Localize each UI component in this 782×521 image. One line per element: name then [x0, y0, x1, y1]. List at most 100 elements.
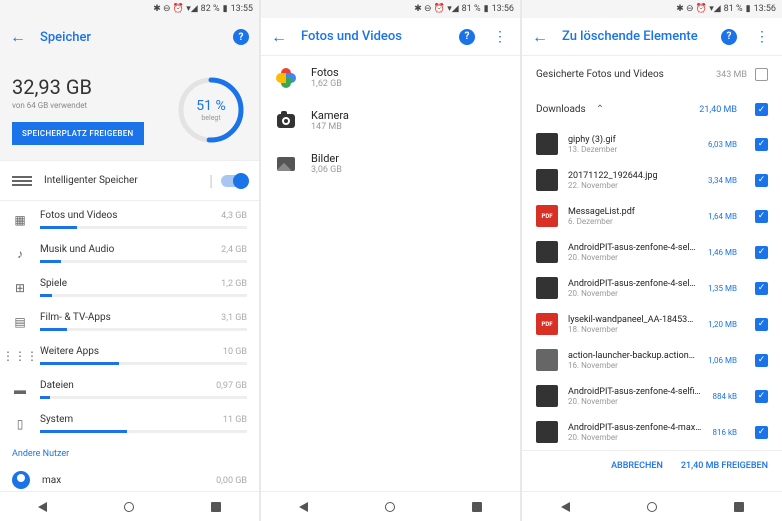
- file-name: lysekil-wandpaneel_AA-1845310-1_pub.pdf: [568, 315, 698, 325]
- nav-home[interactable]: [124, 502, 134, 512]
- help-icon[interactable]: ?: [233, 29, 249, 45]
- cancel-button[interactable]: ABBRECHEN: [611, 461, 663, 471]
- category-row[interactable]: ⊞ Spiele1,2 GB: [0, 269, 259, 303]
- category-row[interactable]: ▤ Film- & TV-Apps3,1 GB: [0, 303, 259, 337]
- file-date: 18. November: [568, 325, 698, 334]
- file-name: giphy (3).gif: [568, 135, 698, 145]
- checkbox[interactable]: ✓: [755, 318, 768, 331]
- checkbox[interactable]: ✓: [755, 103, 768, 116]
- backed-up-label: Gesicherte Fotos und Videos: [536, 69, 664, 80]
- file-thumb: [536, 133, 558, 155]
- category-size: 10 GB: [223, 347, 247, 357]
- nav-recent[interactable]: [734, 502, 744, 512]
- category-icon: ▯: [12, 416, 28, 432]
- total-storage: von 64 GB verwendet: [12, 101, 167, 110]
- file-row[interactable]: action-launcher-backup.action3backup16. …: [522, 342, 782, 378]
- file-row[interactable]: AndroidPIT-asus-zenfone-4-selfie-pro-288…: [522, 234, 782, 270]
- checkbox[interactable]: [755, 68, 768, 81]
- downloads-size: 21,40 MB: [699, 105, 737, 115]
- file-thumb: PDF: [536, 313, 558, 335]
- checkbox[interactable]: ✓: [755, 354, 768, 367]
- nav-recent[interactable]: [211, 502, 221, 512]
- category-row[interactable]: ▬ Dateien0,97 GB: [0, 371, 259, 405]
- back-icon[interactable]: ←: [271, 27, 287, 47]
- back-icon[interactable]: ←: [532, 27, 548, 47]
- category-name: System: [40, 414, 73, 425]
- category-name: Spiele: [40, 278, 67, 289]
- free-button[interactable]: 21,40 MB FREIGEBEN: [681, 461, 768, 471]
- checkbox[interactable]: ✓: [755, 138, 768, 151]
- checkbox[interactable]: ✓: [755, 246, 768, 259]
- user-size: 0,00 GB: [216, 476, 247, 486]
- category-row[interactable]: ♪ Musik und Audio 2,4 GB: [0, 235, 259, 269]
- file-row[interactable]: 20171122_192644.jpg22. November 3,34 MB …: [522, 162, 782, 198]
- other-users-label: Andere Nutzer: [0, 439, 259, 463]
- appbar: ← Zu löschende Elemente ? ⋮: [522, 18, 782, 56]
- file-date: 16. November: [568, 361, 698, 370]
- overflow-icon[interactable]: ⋮: [489, 29, 510, 45]
- category-size: 4,3 GB: [221, 211, 247, 221]
- file-row[interactable]: PDF MessageList.pdf6. Dezember 1,64 MB ✓: [522, 198, 782, 234]
- smart-storage-row[interactable]: Intelligenter Speicher |: [0, 160, 259, 201]
- category-row[interactable]: ⋮⋮⋮ Weitere Apps10 GB: [0, 337, 259, 371]
- category-size: 2,4 GB: [221, 245, 247, 255]
- user-row[interactable]: max0,00 GB: [0, 463, 259, 491]
- checkbox[interactable]: ✓: [755, 426, 768, 439]
- used-storage: 32,93 GB: [12, 75, 167, 99]
- category-size: 0,97 GB: [216, 381, 247, 391]
- file-row[interactable]: PDF lysekil-wandpaneel_AA-1845310-1_pub.…: [522, 306, 782, 342]
- content: Fotos1,62 GB Kamera147 MB Bilder3,06 GB: [261, 56, 520, 491]
- file-row[interactable]: giphy (3).gif13. Dezember 6,03 MB ✓: [522, 126, 782, 162]
- nav-back[interactable]: [561, 502, 570, 512]
- file-row[interactable]: AndroidPIT-asus-zenfone-4-max-4247.jpg20…: [522, 414, 782, 450]
- category-size: 11 GB: [223, 415, 247, 425]
- media-row[interactable]: Bilder3,06 GB: [261, 142, 520, 185]
- navbar: [261, 491, 520, 521]
- checkbox[interactable]: ✓: [755, 210, 768, 223]
- file-name: action-launcher-backup.action3backup: [568, 351, 698, 361]
- help-icon[interactable]: ?: [459, 29, 475, 45]
- nav-back[interactable]: [38, 502, 47, 512]
- media-size: 1,62 GB: [311, 79, 342, 89]
- file-size: 1,06 MB: [708, 356, 737, 365]
- file-thumb: [536, 169, 558, 191]
- media-row[interactable]: Fotos1,62 GB: [261, 56, 520, 99]
- smart-storage-toggle[interactable]: [221, 175, 247, 187]
- ring-pct: 51 %: [196, 98, 225, 114]
- category-name: Fotos und Videos: [40, 210, 117, 221]
- file-size: 1,35 MB: [708, 284, 737, 293]
- checkbox[interactable]: ✓: [755, 282, 768, 295]
- overflow-icon[interactable]: ⋮: [751, 29, 772, 45]
- category-name: Film- & TV-Apps: [40, 312, 111, 323]
- nav-home[interactable]: [385, 502, 395, 512]
- file-row[interactable]: AndroidPIT-asus-zenfone-4-selfie-pro-276…: [522, 378, 782, 414]
- backed-up-row[interactable]: Gesicherte Fotos und Videos 343 MB: [522, 56, 782, 93]
- category-name: Musik und Audio: [40, 244, 114, 255]
- checkbox[interactable]: ✓: [755, 390, 768, 403]
- free-space-button[interactable]: SPEICHERPLATZ FREIGEBEN: [12, 122, 144, 145]
- category-icon: ⊞: [12, 280, 28, 296]
- page-title: Fotos und Videos: [301, 29, 445, 44]
- back-icon[interactable]: ←: [10, 27, 26, 47]
- file-thumb: [536, 385, 558, 407]
- statusbar: ✱ ⊖ ⏰ ▾◢ 82 % ▮ 13:55: [0, 0, 259, 18]
- category-row[interactable]: ▯ System 11 GB: [0, 405, 259, 439]
- media-name: Bilder: [311, 152, 342, 165]
- file-thumb: PDF: [536, 205, 558, 227]
- content: Gesicherte Fotos und Videos 343 MB Downl…: [522, 56, 782, 491]
- nav-back[interactable]: [299, 502, 308, 512]
- category-icon: ♪: [12, 246, 28, 262]
- file-thumb: [536, 277, 558, 299]
- file-name: 20171122_192644.jpg: [568, 171, 698, 181]
- downloads-section[interactable]: Downloads ⌃ 21,40 MB ✓: [522, 93, 782, 126]
- checkbox[interactable]: ✓: [755, 174, 768, 187]
- page-title: Speicher: [40, 30, 219, 45]
- nav-home[interactable]: [647, 502, 657, 512]
- file-row[interactable]: AndroidPIT-asus-zenfone-4-selfie-pro-287…: [522, 270, 782, 306]
- nav-recent[interactable]: [472, 502, 482, 512]
- file-size: 1,46 MB: [708, 248, 737, 257]
- category-row[interactable]: ▦ Fotos und Videos4,3 GB: [0, 201, 259, 235]
- media-row[interactable]: Kamera147 MB: [261, 99, 520, 142]
- media-size: 3,06 GB: [311, 165, 342, 175]
- help-icon[interactable]: ?: [721, 29, 737, 45]
